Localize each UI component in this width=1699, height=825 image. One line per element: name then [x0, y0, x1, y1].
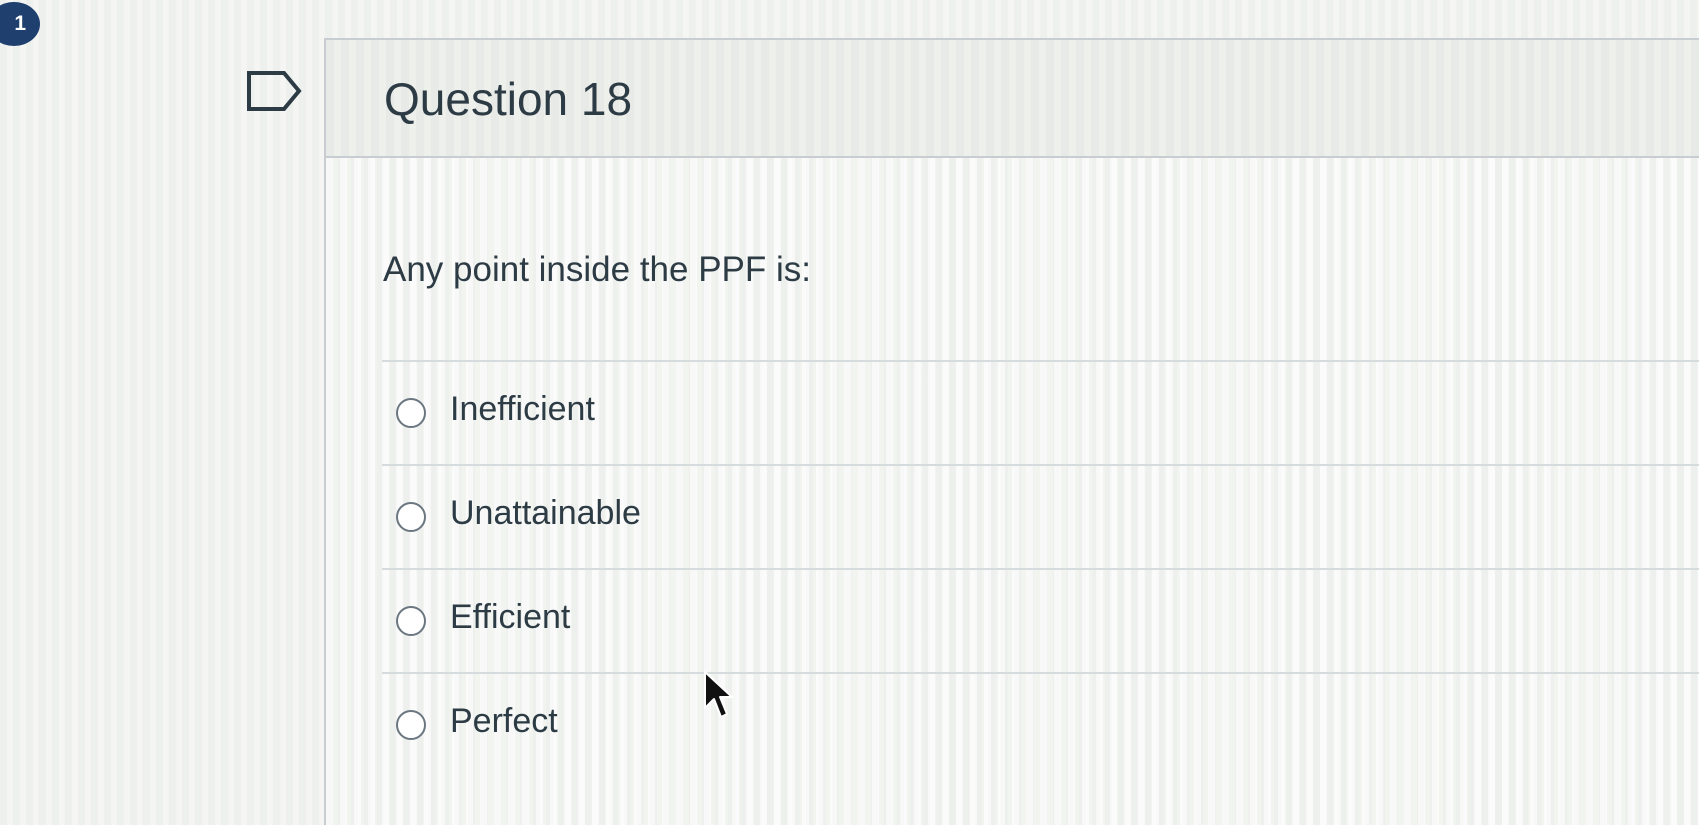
question-header: Question 18 — [326, 40, 1699, 158]
answer-option-efficient[interactable]: Efficient — [382, 568, 1699, 672]
radio-unselected-icon[interactable] — [396, 398, 426, 428]
answer-option-perfect[interactable]: Perfect — [382, 672, 1699, 776]
question-title: Question 18 — [384, 73, 633, 125]
answer-label[interactable]: Perfect — [450, 702, 558, 741]
page-number-badge: 1 — [0, 2, 40, 46]
answer-option-unattainable[interactable]: Unattainable — [382, 464, 1699, 568]
answer-label[interactable]: Efficient — [450, 598, 570, 637]
question-card: Question 18 Any point inside the PPF is:… — [324, 38, 1699, 825]
question-text: Any point inside the PPF is: — [383, 250, 811, 289]
radio-unselected-icon[interactable] — [396, 606, 426, 636]
answer-list: Inefficient Unattainable Efficient Perfe… — [382, 360, 1699, 776]
flag-question-icon[interactable] — [246, 70, 302, 112]
answer-label[interactable]: Unattainable — [450, 494, 641, 533]
radio-unselected-icon[interactable] — [396, 502, 426, 532]
mouse-pointer-icon — [704, 671, 733, 718]
radio-unselected-icon[interactable] — [396, 710, 426, 740]
answer-label[interactable]: Inefficient — [450, 390, 595, 429]
answer-option-inefficient[interactable]: Inefficient — [382, 360, 1699, 464]
